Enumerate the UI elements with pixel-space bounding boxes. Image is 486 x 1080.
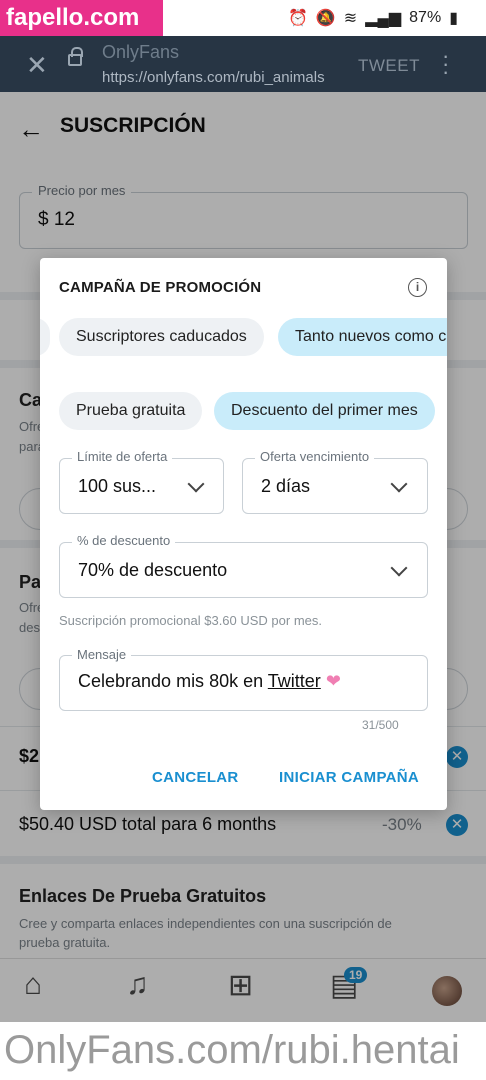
offer-limit-value: 100 sus... bbox=[78, 476, 157, 496]
mute-icon: 🔕 bbox=[315, 10, 336, 27]
audience-chip-expired[interactable]: Suscriptores caducados bbox=[59, 318, 264, 356]
type-chip-first-month-discount[interactable]: Descuento del primer mes bbox=[214, 392, 435, 430]
message-value: Celebrando mis 80k en Twitter ❤ bbox=[78, 671, 341, 692]
modal-title: CAMPAÑA DE PROMOCIÓN bbox=[59, 279, 262, 296]
start-campaign-button[interactable]: INICIAR CAMPAÑA bbox=[279, 769, 419, 786]
promotion-campaign-modal: CAMPAÑA DE PROMOCIÓN i Suscriptores cadu… bbox=[40, 258, 447, 810]
info-icon[interactable]: i bbox=[408, 278, 427, 297]
message-link-text: Twitter bbox=[267, 671, 321, 691]
browser-bar: ✕ OnlyFans https://onlyfans.com/rubi_ani… bbox=[0, 36, 486, 92]
browser-title: OnlyFans bbox=[102, 42, 180, 62]
lock-icon bbox=[68, 47, 83, 66]
wifi-icon: ≋ bbox=[343, 10, 358, 27]
battery-text: 87% bbox=[409, 9, 442, 26]
status-icons: ⏰ 🔕 ≋ ▂▄▆ 87% ▮ bbox=[288, 8, 458, 28]
battery-icon: ▮ bbox=[449, 10, 458, 27]
discount-label: % de descuento bbox=[72, 533, 176, 548]
message-label: Mensaje bbox=[72, 647, 132, 662]
audience-chip-partial[interactable] bbox=[40, 318, 50, 356]
cancel-button[interactable]: CANCELAR bbox=[152, 769, 239, 786]
watermark-top: fapello.com bbox=[0, 0, 163, 36]
discount-value: 70% de descuento bbox=[78, 560, 228, 580]
message-counter: 31/500 bbox=[362, 718, 399, 732]
offer-limit-label: Límite de oferta bbox=[72, 449, 173, 464]
promo-price-help: Suscripción promocional $3.60 USD por me… bbox=[59, 613, 323, 628]
offer-expiry-value: 2 días bbox=[261, 476, 311, 496]
message-text: Celebrando mis 80k en bbox=[78, 671, 268, 691]
audience-chip-new-and-expired[interactable]: Tanto nuevos como caducados bbox=[278, 318, 447, 356]
watermark-bottom: OnlyFans.com/rubi.hentai bbox=[0, 1022, 486, 1080]
heart-emoji: ❤ bbox=[325, 671, 341, 691]
more-menu-icon[interactable]: · · · bbox=[442, 45, 449, 83]
tweet-button[interactable]: TWEET bbox=[358, 56, 420, 76]
type-chip-free-trial[interactable]: Prueba gratuita bbox=[59, 392, 203, 430]
alarm-icon: ⏰ bbox=[287, 10, 308, 27]
signal-icon: ▂▄▆ bbox=[365, 10, 402, 27]
browser-url[interactable]: https://onlyfans.com/rubi_animals bbox=[102, 69, 325, 86]
offer-expiry-label: Oferta vencimiento bbox=[255, 449, 375, 464]
close-icon[interactable]: ✕ bbox=[26, 50, 48, 81]
